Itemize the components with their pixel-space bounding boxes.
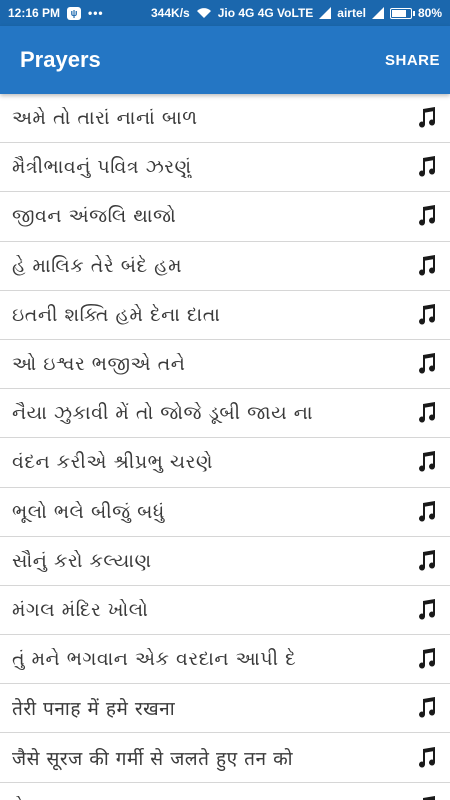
music-note-icon[interactable] xyxy=(414,696,438,720)
battery-icon xyxy=(389,7,415,19)
music-note-icon[interactable] xyxy=(414,303,438,327)
status-bar: 12:16 PM ψ ••• 344K/s Jio 4G 4G VoLTE ai… xyxy=(0,0,450,26)
app-bar: Prayers SHARE xyxy=(0,26,450,94)
list-item[interactable]: મૈત્રીભાવનું પવિત્ર ઝરણું xyxy=(0,143,450,193)
prayer-title: હે પ્રભુજી … xyxy=(12,796,406,800)
prayer-title: ભૂલો ભલે બીજું બધું xyxy=(12,500,165,523)
prayer-title: સૌનું કરો કલ્યાણ xyxy=(12,549,152,572)
wifi-icon xyxy=(196,8,211,18)
music-note-icon[interactable] xyxy=(414,254,438,278)
more-notifications-icon: ••• xyxy=(88,6,104,20)
music-note-icon[interactable] xyxy=(414,598,438,622)
prayer-title: ઇતની શક્તિ હમે દેના દાતા xyxy=(12,303,221,326)
battery-percent: 80% xyxy=(417,6,442,20)
prayer-title: વંદન કરીએ શ્રીપ્રભુ ચરણે xyxy=(12,451,213,474)
music-note-icon[interactable] xyxy=(414,549,438,573)
prayer-title: મૈત્રીભાવનું પવિત્ર ઝરણું xyxy=(12,156,192,179)
list-item[interactable]: મંગલ મંદિર ખોલો xyxy=(0,586,450,636)
signal-icon-2 xyxy=(371,7,384,19)
carrier-2: airtel xyxy=(337,6,366,20)
prayer-title: તું મને ભગવાન એક વરદાન આપી દે xyxy=(12,648,297,671)
music-note-icon[interactable] xyxy=(414,352,438,376)
prayer-title: અમે તો તારાં નાનાં બાળ xyxy=(12,107,198,130)
music-note-icon[interactable] xyxy=(414,106,438,130)
list-item[interactable]: तेरी पनाह में हमे रखना xyxy=(0,684,450,734)
share-button[interactable]: SHARE xyxy=(385,52,440,69)
list-item[interactable]: जैसे सूरज की गर्मी से जलते हुए तन को xyxy=(0,733,450,783)
prayer-title: जैसे सूरज की गर्मी से जलते हुए तन को xyxy=(12,747,294,770)
prayer-title: મંગલ મંદિર ખોલો xyxy=(12,598,149,621)
list-item[interactable]: હે માલિક તેરે બંદે હમ xyxy=(0,242,450,291)
music-note-icon[interactable] xyxy=(414,500,438,524)
music-note-icon[interactable] xyxy=(414,155,438,179)
network-speed: 344K/s xyxy=(151,6,190,20)
battery-fill xyxy=(391,9,406,17)
prayer-list[interactable]: અમે તો તારાં નાનાં બાળ મૈત્રીભાવનું પવિત્… xyxy=(0,94,450,800)
prayer-title: નૈયા ઝુકાવી મેં તો જોજે ડૂબી જાય ના xyxy=(12,402,314,425)
page-title: Prayers xyxy=(20,47,101,72)
prayer-title: तेरी पनाह में हमे रखना xyxy=(12,698,176,721)
list-item[interactable]: વંદન કરીએ શ્રીપ્રભુ ચરણે xyxy=(0,438,450,488)
list-item[interactable]: ઓ ઇશ્વર ભજીએ તને xyxy=(0,340,450,390)
list-item[interactable]: જીવન અંજલિ થાજો xyxy=(0,192,450,242)
list-item[interactable]: તું મને ભગવાન એક વરદાન આપી દે xyxy=(0,635,450,685)
status-time: 12:16 PM xyxy=(8,6,61,20)
music-note-icon[interactable] xyxy=(414,450,438,474)
list-item[interactable]: નૈયા ઝુકાવી મેં તો જોજે ડૂબી જાય ના xyxy=(0,389,450,439)
list-item[interactable]: હે પ્રભુજી … xyxy=(0,783,450,800)
music-note-icon[interactable] xyxy=(414,746,438,770)
app-notification-icon: ψ xyxy=(67,6,82,20)
list-item[interactable]: ઇતની શક્તિ હમે દેના દાતા xyxy=(0,291,450,340)
prayer-title: ઓ ઇશ્વર ભજીએ તને xyxy=(12,353,186,376)
music-note-icon[interactable] xyxy=(414,795,438,800)
music-note-icon[interactable] xyxy=(414,647,438,671)
list-item[interactable]: અમે તો તારાં નાનાં બાળ xyxy=(0,94,450,144)
prayer-title: જીવન અંજલિ થાજો xyxy=(12,205,177,228)
prayer-title: હે માલિક તેરે બંદે હમ xyxy=(12,254,183,277)
list-item[interactable]: ભૂલો ભલે બીજું બધું xyxy=(0,488,450,537)
carrier-1: Jio 4G 4G VoLTE xyxy=(217,6,314,20)
music-note-icon[interactable] xyxy=(414,204,438,228)
signal-icon xyxy=(319,7,332,19)
music-note-icon[interactable] xyxy=(414,401,438,425)
list-item[interactable]: સૌનું કરો કલ્યાણ xyxy=(0,537,450,586)
